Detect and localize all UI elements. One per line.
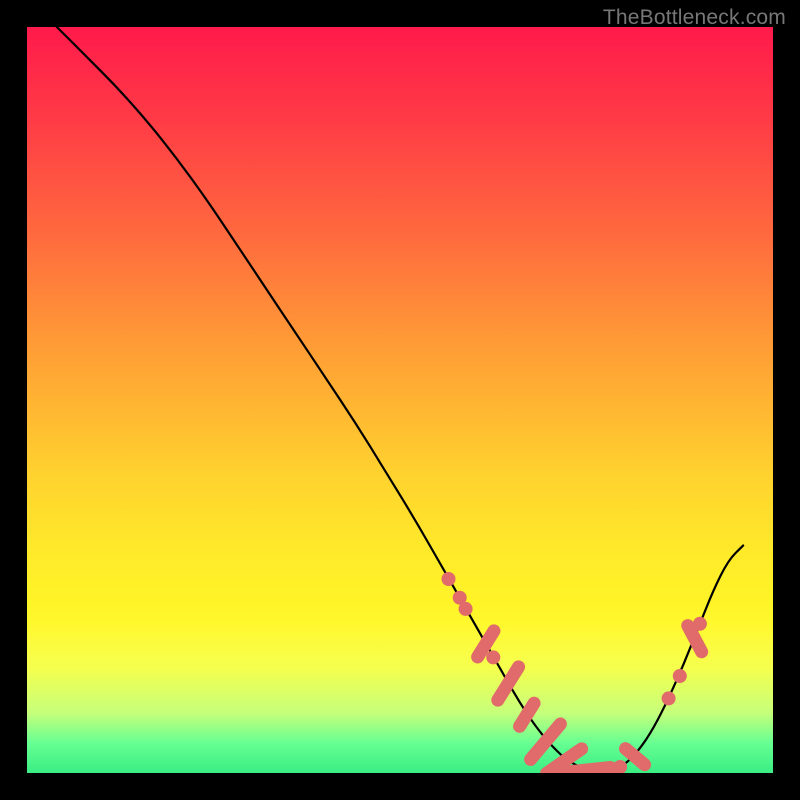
chart-frame [27,27,773,773]
curve-markers [442,573,710,774]
curve-marker-dot [673,670,686,683]
curve-marker-dot [487,651,500,664]
curve-marker-dot [662,692,675,705]
watermark-text: TheBottleneck.com [603,6,786,30]
curve-marker-pill [489,658,528,709]
curve-marker-dot [614,761,627,774]
bottleneck-curve [57,27,743,771]
curve-marker-dot [459,602,472,615]
curve-marker-dot [693,617,706,630]
chart-svg [27,27,773,773]
curve-marker-dot [442,573,455,586]
